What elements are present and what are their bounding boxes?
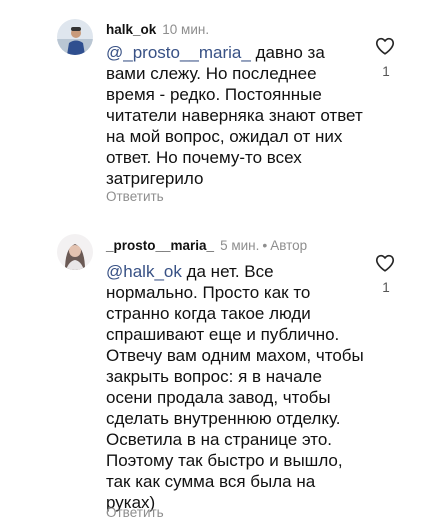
avatar[interactable] (57, 234, 93, 270)
comment-header: _prosto__maria_ 5 мин. • Автор (106, 236, 307, 255)
timestamp: 10 мин. (162, 22, 210, 37)
comment-body: да нет. Все нормально. Просто как то стр… (106, 262, 364, 512)
comment-body: давно за вами слежу. Но последнее время … (106, 43, 363, 188)
mention-link[interactable]: @halk_ok (106, 262, 182, 281)
comment-text: @halk_ok да нет. Все нормально. Просто к… (106, 261, 368, 513)
reply-button[interactable]: Ответить (106, 188, 164, 206)
comment-header: halk_ok 10 мин. (106, 20, 209, 39)
like-count: 1 (382, 280, 390, 295)
like-count: 1 (382, 64, 390, 79)
avatar[interactable] (57, 19, 93, 55)
comment-text: @_prosto__maria_ давно за вами слежу. Но… (106, 42, 368, 189)
heart-outline-icon[interactable] (374, 35, 396, 57)
mention-link[interactable]: @_prosto__maria_ (106, 43, 251, 62)
author-badge: Автор (270, 238, 308, 253)
heart-outline-icon[interactable] (374, 252, 396, 274)
username[interactable]: _prosto__maria_ (106, 238, 214, 253)
timestamp: 5 мин. (220, 238, 260, 253)
username[interactable]: halk_ok (106, 22, 156, 37)
reply-button[interactable]: Ответить (106, 504, 164, 522)
separator-dot: • (262, 237, 268, 253)
